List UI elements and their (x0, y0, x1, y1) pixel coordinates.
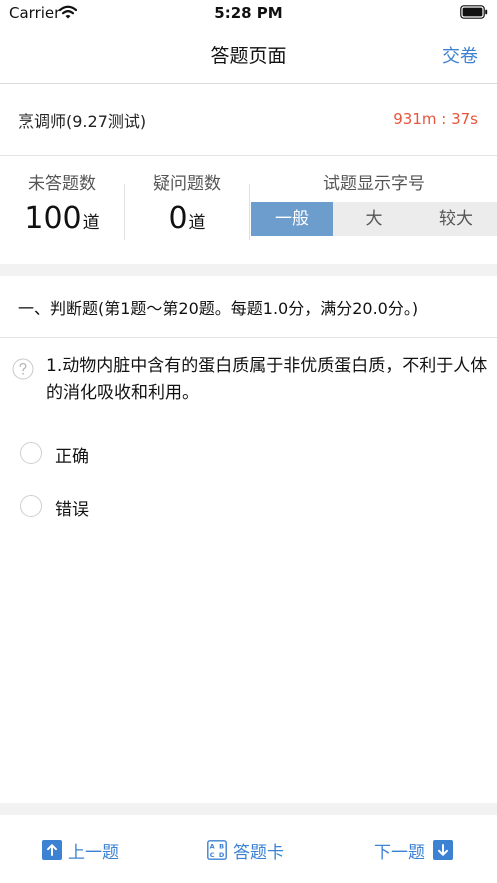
bottom-separator (0, 803, 497, 815)
stats-panel: 未答题数 100道 疑问题数 0道 试题显示字号 一般 大 较大 (0, 156, 497, 264)
font-size-label: 试题显示字号 (323, 174, 425, 194)
next-question-button[interactable]: 下一题 (374, 837, 453, 863)
section-title: 一、判断题(第1题～第20题。每题1.0分，满分20.0分。) (18, 299, 419, 318)
section-header: 一、判断题(第1题～第20题。每题1.0分，满分20.0分。) (0, 276, 497, 338)
arrow-up-icon (42, 840, 62, 860)
svg-text:C: C (210, 851, 215, 859)
doubtful-count: 0 (168, 201, 188, 236)
status-bar: Carrier 5:28 PM (0, 0, 497, 26)
section-separator (0, 264, 497, 276)
radio-icon[interactable] (20, 495, 42, 517)
prev-question-label: 上一题 (68, 842, 119, 863)
exam-timer: 931m : 37s (393, 110, 478, 128)
nav-bar: 答题页面 交卷 (0, 26, 497, 84)
svg-text:B: B (219, 843, 224, 851)
font-size-option-larger[interactable]: 较大 (415, 202, 497, 236)
exam-info-row: 烹调师(9.27测试) 931m : 37s (0, 84, 497, 156)
answer-card-icon: A B C D (207, 840, 227, 860)
unanswered-stat: 未答题数 100道 (0, 156, 124, 248)
status-time: 5:28 PM (214, 4, 283, 22)
unanswered-label: 未答题数 (28, 174, 96, 194)
stat-divider (249, 184, 250, 240)
font-size-selector: 一般 大 较大 (251, 202, 497, 236)
radio-icon[interactable] (20, 442, 42, 464)
question-text: 1.动物内脏中含有的蛋白质属于非优质蛋白质，不利于人体的消化吸收和利用。 (46, 356, 488, 403)
answer-card-label: 答题卡 (233, 842, 284, 863)
unanswered-unit: 道 (82, 213, 100, 233)
battery-icon (460, 5, 488, 19)
doubtful-label: 疑问题数 (153, 174, 221, 194)
exam-name: 烹调师(9.27测试) (18, 112, 147, 131)
doubtful-stat: 疑问题数 0道 (125, 156, 249, 248)
doubtful-value: 0道 (125, 201, 249, 236)
svg-text:D: D (219, 851, 225, 859)
arrow-down-icon (433, 840, 453, 860)
option-correct[interactable]: 正确 (0, 432, 497, 476)
next-question-label: 下一题 (374, 842, 425, 863)
answer-card-button[interactable]: A B C D 答题卡 (207, 837, 284, 863)
option-label: 错误 (55, 500, 89, 520)
font-size-option-large[interactable]: 大 (333, 202, 415, 236)
option-wrong[interactable]: 错误 (0, 485, 497, 529)
page-title: 答题页面 (210, 45, 287, 67)
font-size-option-normal[interactable]: 一般 (251, 202, 333, 236)
prev-question-button[interactable]: 上一题 (42, 837, 119, 863)
submit-exam-button[interactable]: 交卷 (442, 42, 478, 68)
bottom-toolbar: 上一题 A B C D 答题卡 下一题 (0, 815, 497, 883)
option-label: 正确 (55, 447, 89, 467)
unanswered-value: 100道 (0, 201, 124, 236)
svg-text:A: A (210, 843, 215, 851)
doubtful-unit: 道 (188, 213, 206, 233)
unanswered-count: 100 (24, 201, 82, 236)
help-circle-icon[interactable] (12, 358, 34, 380)
